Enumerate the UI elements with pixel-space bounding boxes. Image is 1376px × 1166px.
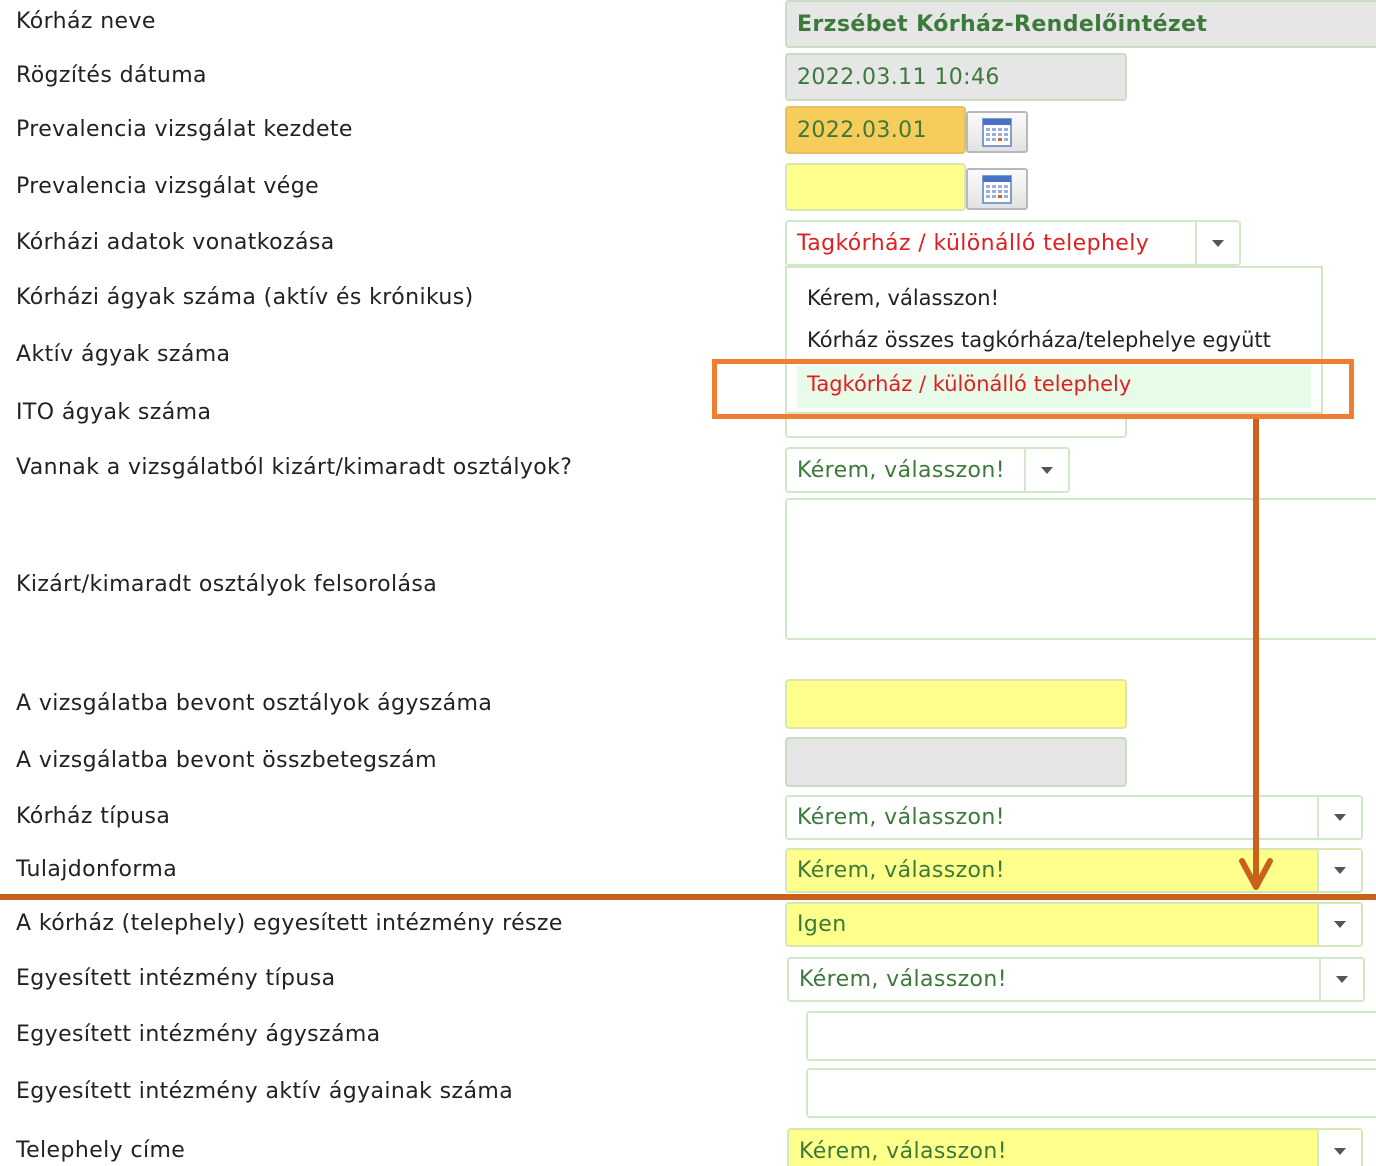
dropdown-option-choose[interactable]: Kérem, válasszon!	[807, 286, 999, 310]
label-hospital-name: Kórház neve	[16, 9, 156, 34]
annotation-arrow-head-icon	[1239, 858, 1273, 890]
label-merged-part: A kórház (telephely) egyesített intézmén…	[16, 911, 563, 936]
excluded-question-select[interactable]: Kérem, válasszon!	[785, 447, 1070, 493]
merged-type-select-arrow[interactable]	[1319, 959, 1363, 1000]
label-included-beds: A vizsgálatba bevont osztályok ágyszáma	[16, 691, 493, 716]
chevron-down-icon	[1334, 814, 1346, 821]
label-ownership: Tulajdonforma	[16, 857, 178, 882]
label-included-patients: A vizsgálatba bevont összbetegszám	[16, 748, 437, 773]
label-merged-beds: Egyesített intézmény ágyszáma	[16, 1022, 381, 1047]
site-address-select-arrow[interactable]	[1317, 1130, 1361, 1166]
calendar-icon	[982, 175, 1012, 204]
label-hospital-type: Kórház típusa	[16, 804, 171, 829]
hospital-name-field: Erzsébet Kórház-Rendelőintézet	[785, 0, 1376, 48]
prevalence-end-input[interactable]	[785, 163, 966, 211]
dropdown-option-all-sites[interactable]: Kórház összes tagkórháza/telephelye együ…	[807, 328, 1271, 352]
included-patients-field	[785, 737, 1127, 787]
chevron-down-icon	[1212, 239, 1224, 247]
annotation-arrow-shaft	[1253, 419, 1259, 885]
prevalence-end-calendar-button[interactable]	[966, 168, 1028, 210]
record-date-value: 2022.03.11 10:46	[797, 64, 1000, 90]
excluded-question-value: Kérem, válasszon!	[797, 457, 1005, 483]
label-merged-active-beds: Egyesített intézmény aktív ágyainak szám…	[16, 1079, 514, 1104]
hospital-type-value: Kérem, válasszon!	[797, 805, 1005, 830]
annotation-highlight-box	[712, 359, 1354, 419]
merged-type-value: Kérem, válasszon!	[799, 967, 1007, 992]
merged-beds-input[interactable]	[806, 1011, 1376, 1061]
prevalence-start-calendar-button[interactable]	[966, 111, 1028, 153]
merged-part-select-arrow[interactable]	[1317, 904, 1361, 945]
merged-part-value: Igen	[797, 912, 847, 937]
label-record-date: Rögzítés dátuma	[16, 63, 207, 88]
data-scope-select-arrow[interactable]	[1195, 222, 1239, 264]
site-address-value: Kérem, válasszon!	[799, 1138, 1007, 1164]
chevron-down-icon	[1334, 1147, 1346, 1155]
hospital-type-select[interactable]: Kérem, válasszon!	[785, 795, 1363, 840]
included-beds-input[interactable]	[785, 679, 1127, 729]
site-address-select[interactable]: Kérem, válasszon!	[787, 1128, 1363, 1166]
calendar-icon	[982, 118, 1012, 147]
merged-part-select[interactable]: Igen	[785, 902, 1363, 947]
merged-type-select[interactable]: Kérem, válasszon!	[787, 957, 1365, 1002]
label-beds-active: Aktív ágyak száma	[16, 342, 231, 367]
label-data-scope: Kórházi adatok vonatkozása	[16, 230, 335, 255]
hospital-name-value: Erzsébet Kórház-Rendelőintézet	[797, 11, 1208, 37]
data-scope-value: Tagkórház / különálló telephely	[797, 230, 1150, 256]
chevron-down-icon	[1041, 466, 1053, 474]
ownership-select-arrow[interactable]	[1317, 850, 1361, 891]
data-scope-select[interactable]: Tagkórház / különálló telephely	[785, 220, 1241, 266]
hospital-form: Kórház neve Rögzítés dátuma Prevalencia …	[0, 0, 1376, 1166]
chevron-down-icon	[1334, 921, 1346, 928]
ownership-select[interactable]: Kérem, válasszon!	[785, 848, 1363, 893]
record-date-field: 2022.03.11 10:46	[785, 53, 1127, 101]
prevalence-start-value: 2022.03.01	[797, 117, 927, 143]
excluded-list-textarea[interactable]	[785, 498, 1376, 640]
label-prevalence-end: Prevalencia vizsgálat vége	[16, 174, 320, 199]
label-beds-total: Kórházi ágyak száma (aktív és krónikus)	[16, 285, 474, 310]
annotation-divider-line	[0, 894, 1376, 900]
prevalence-start-input[interactable]: 2022.03.01	[785, 106, 966, 154]
merged-active-beds-input[interactable]	[806, 1068, 1376, 1118]
excluded-question-select-arrow[interactable]	[1024, 449, 1068, 491]
chevron-down-icon	[1336, 976, 1348, 983]
label-prevalence-start: Prevalencia vizsgálat kezdete	[16, 117, 353, 142]
hospital-type-select-arrow[interactable]	[1317, 797, 1361, 838]
label-site-address: Telephely címe	[16, 1138, 186, 1163]
label-merged-type: Egyesített intézmény típusa	[16, 966, 336, 991]
chevron-down-icon	[1334, 867, 1346, 874]
ownership-value: Kérem, válasszon!	[797, 858, 1005, 883]
label-excluded-list: Kizárt/kimaradt osztályok felsorolása	[16, 572, 438, 597]
label-beds-ito: ITO ágyak száma	[16, 400, 212, 425]
label-excluded-question: Vannak a vizsgálatból kizárt/kimaradt os…	[16, 455, 573, 480]
